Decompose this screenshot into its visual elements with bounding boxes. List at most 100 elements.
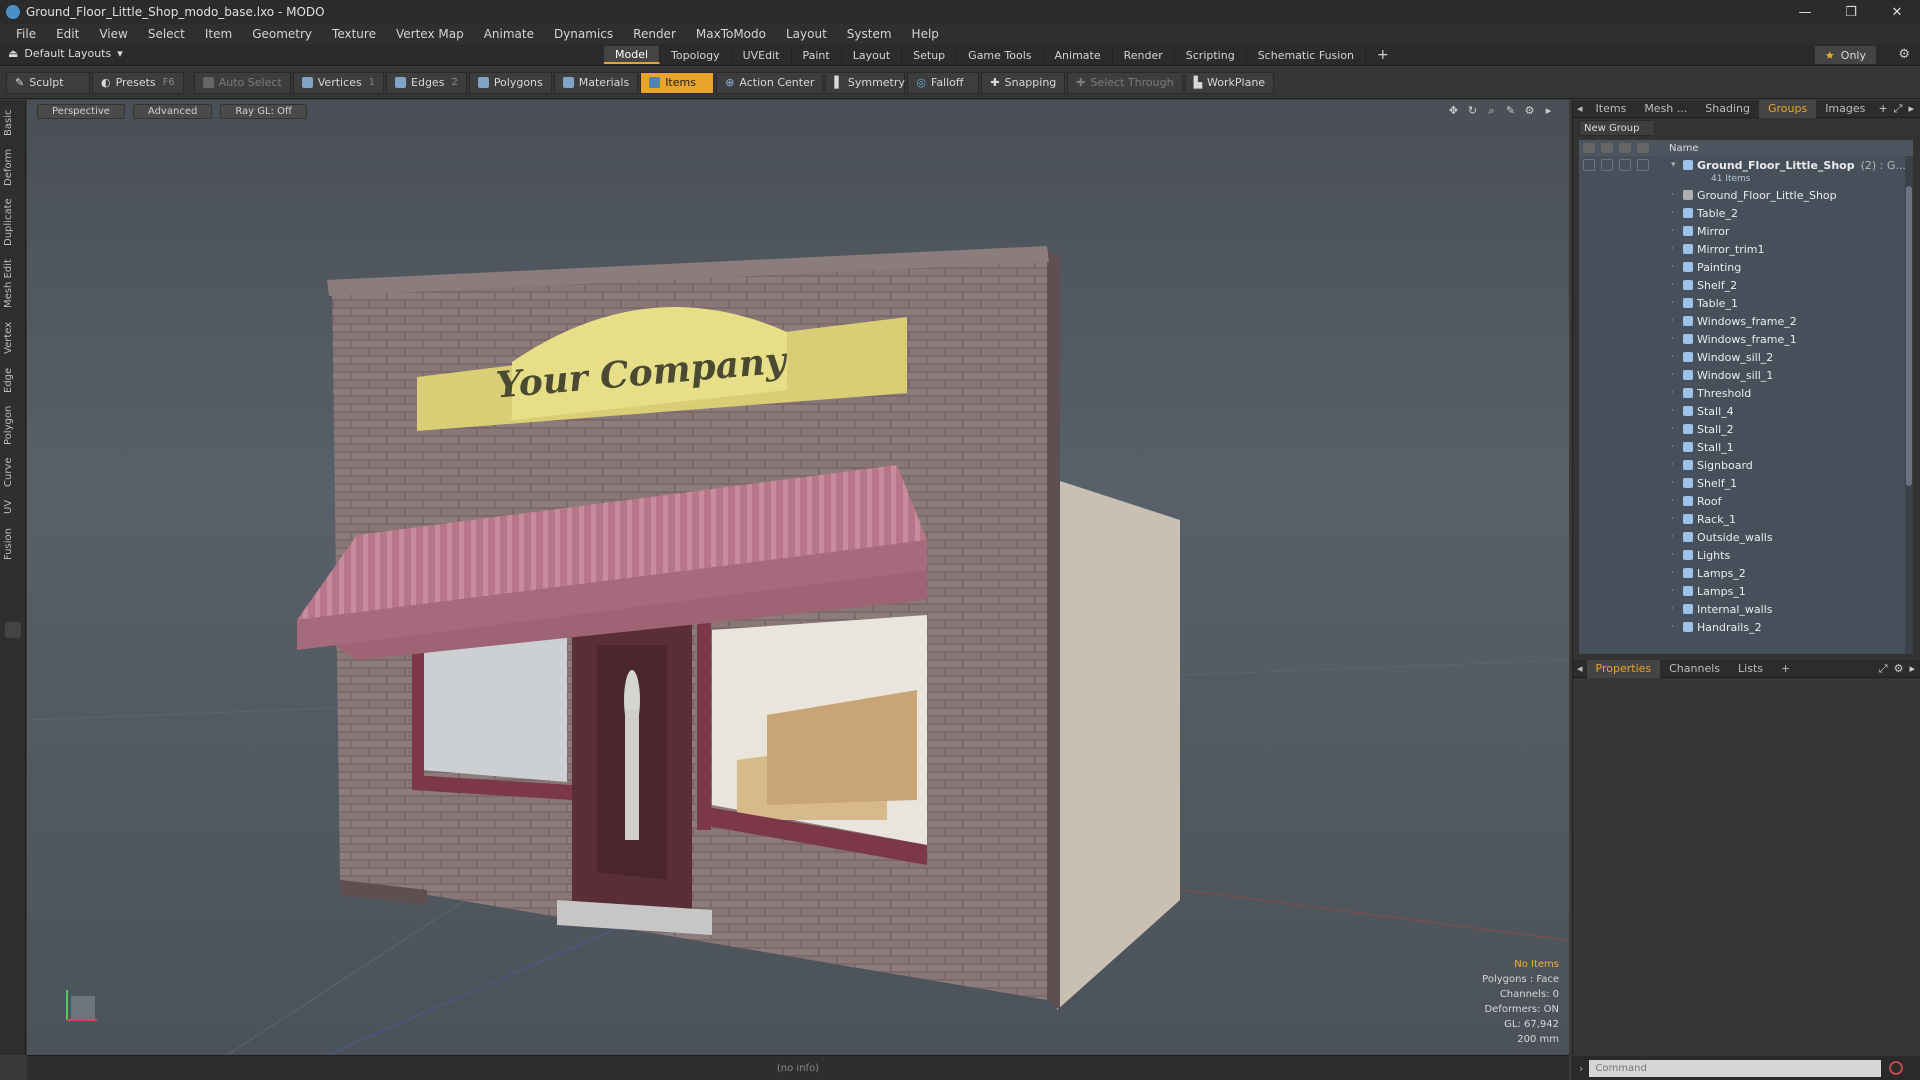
brush-icon[interactable]: ✎	[1504, 104, 1517, 117]
items-button[interactable]: Items	[640, 71, 715, 94]
add-tab-button[interactable]: +	[1366, 46, 1400, 64]
tab-render[interactable]: Render	[1113, 46, 1175, 64]
expand-arrow-icon[interactable]: ▸	[1908, 102, 1914, 116]
menu-geometry[interactable]: Geometry	[242, 27, 322, 41]
stop-icon[interactable]	[1889, 1061, 1904, 1075]
close-button[interactable]: ✕	[1874, 0, 1920, 24]
menu-view[interactable]: View	[89, 27, 137, 41]
panel-toggle-button[interactable]	[5, 622, 21, 638]
group-item-row[interactable]: · Lights	[1579, 546, 1913, 564]
tab-scripting[interactable]: Scripting	[1175, 46, 1247, 64]
menu-help[interactable]: Help	[902, 27, 949, 41]
polygons-button[interactable]: Polygons	[468, 71, 552, 94]
collapse-arrow-icon[interactable]: ▾	[1671, 160, 1683, 170]
expand-arrow-icon[interactable]: ▸	[1542, 104, 1555, 117]
tab-channels[interactable]: Channels	[1660, 660, 1729, 678]
group-item-row[interactable]: · Handrails_2	[1579, 618, 1913, 636]
group-item-row[interactable]: · Table_2	[1579, 204, 1913, 222]
auto-select-button[interactable]: Auto Select	[193, 71, 291, 94]
settings-icon[interactable]: ⚙	[1523, 104, 1536, 117]
lock-toggle[interactable]	[1619, 159, 1631, 171]
menu-vertex-map[interactable]: Vertex Map	[386, 27, 474, 41]
tab-polygon[interactable]: Polygon	[3, 402, 21, 448]
lock-icon[interactable]	[1619, 143, 1631, 153]
group-item-row[interactable]: · Stall_1	[1579, 438, 1913, 456]
scrollbar-thumb[interactable]	[1906, 186, 1912, 486]
menu-select[interactable]: Select	[138, 27, 195, 41]
add-tab-icon[interactable]: +	[1878, 102, 1887, 116]
group-item-row[interactable]: · Mirror	[1579, 222, 1913, 240]
tab-model[interactable]: Model	[604, 46, 661, 64]
group-item-row[interactable]: · Outside_walls	[1579, 528, 1913, 546]
select-through-button[interactable]: ✚ Select Through	[1067, 71, 1183, 94]
tab-layout[interactable]: Layout	[842, 46, 903, 64]
group-item-row[interactable]: · Painting	[1579, 258, 1913, 276]
tab-properties[interactable]: Properties	[1586, 659, 1661, 678]
tab-paint[interactable]: Paint	[792, 46, 842, 64]
group-item-row[interactable]: · Rack_1	[1579, 510, 1913, 528]
tab-uv[interactable]: UV	[3, 496, 21, 518]
workplane-button[interactable]: ▙ WorkPlane	[1184, 71, 1275, 94]
tab-animate[interactable]: Animate	[1044, 46, 1113, 64]
command-input[interactable]	[1589, 1059, 1882, 1077]
menu-item[interactable]: Item	[195, 27, 242, 41]
action-center-button[interactable]: ⊕ Action Center	[716, 71, 824, 94]
group-item-row[interactable]: · Window_sill_2	[1579, 348, 1913, 366]
tab-lists[interactable]: Lists	[1729, 660, 1772, 678]
menu-dynamics[interactable]: Dynamics	[544, 27, 623, 41]
render-toggle[interactable]	[1601, 159, 1613, 171]
falloff-button[interactable]: ◎ Falloff	[907, 71, 980, 94]
group-item-row[interactable]: · Ground_Floor_Little_Shop	[1579, 186, 1913, 204]
materials-button[interactable]: Materials	[553, 71, 639, 94]
group-item-row[interactable]: · Table_1	[1579, 294, 1913, 312]
group-item-row[interactable]: · Signboard	[1579, 456, 1913, 474]
groups-scrollbar[interactable]	[1905, 156, 1913, 654]
tab-items[interactable]: Items	[1587, 100, 1636, 118]
tab-duplicate[interactable]: Duplicate	[3, 194, 21, 250]
layouts-dropdown[interactable]: ⏏ Default Layouts ▾	[8, 47, 123, 60]
pan-icon[interactable]: ✥	[1447, 104, 1460, 117]
tab-uvedit[interactable]: UVEdit	[732, 46, 792, 64]
group-item-row[interactable]: · Shelf_2	[1579, 276, 1913, 294]
sculpt-button[interactable]: ✎ Sculpt	[6, 71, 90, 94]
group-item-row[interactable]: · Threshold	[1579, 384, 1913, 402]
group-item-row[interactable]: · Mirror_trim1	[1579, 240, 1913, 258]
perspective-dropdown[interactable]: Perspective	[37, 104, 125, 119]
tab-setup[interactable]: Setup	[902, 46, 958, 64]
tab-vertex[interactable]: Vertex	[3, 318, 21, 358]
maximize-panel-icon[interactable]: ⤢	[1879, 662, 1888, 676]
tab-images[interactable]: Images	[1816, 100, 1874, 118]
tab-mesh-edit[interactable]: Mesh Edit	[3, 256, 21, 312]
menu-maxtomodo[interactable]: MaxToModo	[686, 27, 776, 41]
raygl-dropdown[interactable]: Ray GL: Off	[220, 104, 307, 119]
add-tab-icon[interactable]: +	[1772, 660, 1799, 678]
gear-icon[interactable]: ⚙	[1898, 47, 1910, 62]
eye-icon[interactable]	[1583, 143, 1595, 153]
group-item-row[interactable]: · Windows_frame_1	[1579, 330, 1913, 348]
group-item-row[interactable]: · Internal_walls	[1579, 600, 1913, 618]
symmetry-button[interactable]: ▌ Symmetry	[825, 71, 906, 94]
tab-mesh[interactable]: Mesh ...	[1635, 100, 1696, 118]
tab-edge[interactable]: Edge	[3, 364, 21, 396]
maximize-panel-icon[interactable]: ⤢	[1894, 102, 1903, 116]
maximize-button[interactable]: ❐	[1828, 0, 1874, 24]
tab-deform[interactable]: Deform	[3, 146, 21, 188]
group-root-row[interactable]: ▾ Ground_Floor_Little_Shop (2) : G...	[1579, 156, 1913, 174]
select-toggle[interactable]	[1637, 159, 1649, 171]
tab-curve[interactable]: Curve	[3, 454, 21, 490]
tab-fusion[interactable]: Fusion	[3, 524, 21, 564]
group-item-row[interactable]: · Lamps_2	[1579, 564, 1913, 582]
menu-edit[interactable]: Edit	[46, 27, 89, 41]
edges-button[interactable]: Edges 2	[386, 71, 467, 94]
menu-animate[interactable]: Animate	[474, 27, 544, 41]
tab-basic[interactable]: Basic	[3, 106, 21, 140]
zoom-icon[interactable]: ⌕	[1485, 104, 1498, 117]
tab-game-tools[interactable]: Game Tools	[957, 46, 1044, 64]
snapping-button[interactable]: ✚ Snapping	[981, 71, 1066, 94]
name-column-header[interactable]: Name	[1669, 143, 1699, 154]
tab-groups[interactable]: Groups	[1758, 99, 1817, 118]
panel-menu-icon[interactable]: ◂	[1573, 100, 1587, 118]
tab-schematic-fusion[interactable]: Schematic Fusion	[1247, 46, 1367, 64]
rotate-icon[interactable]: ↻	[1466, 104, 1479, 117]
vertices-button[interactable]: Vertices 1	[292, 71, 385, 94]
